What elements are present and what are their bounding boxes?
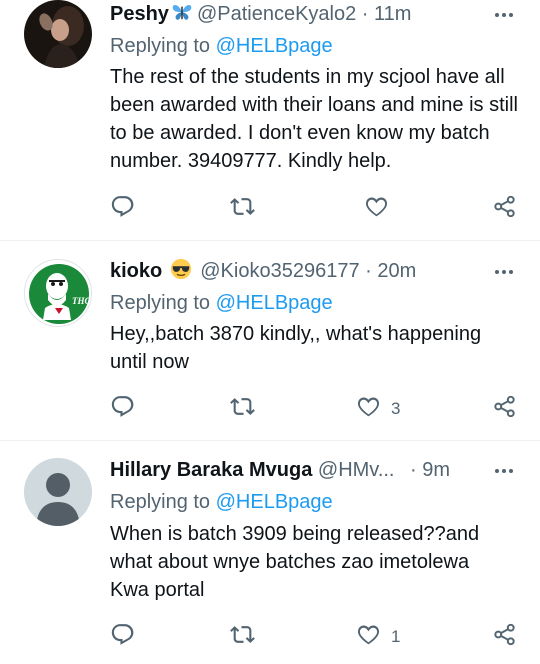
timestamp[interactable]: 9m xyxy=(422,459,450,481)
like-icon xyxy=(356,394,381,424)
reply-button[interactable] xyxy=(110,623,135,651)
reply-icon xyxy=(110,394,135,424)
retweet-icon xyxy=(230,394,255,424)
tweet-text: Hey,,batch 3870 kindly,, what's happenin… xyxy=(110,323,482,373)
handle[interactable]: @HMv... xyxy=(318,459,395,481)
separator-dot: · xyxy=(361,3,369,25)
timestamp[interactable]: 20m xyxy=(377,260,416,282)
tweet[interactable]: THC kioko @Kioko35296177 · 20m Replying … xyxy=(0,241,540,441)
like-icon xyxy=(356,622,381,652)
action-bar: 1 xyxy=(110,623,520,651)
action-bar xyxy=(110,195,520,223)
share-button[interactable] xyxy=(492,195,517,223)
more-icon[interactable] xyxy=(492,456,516,484)
mention-link[interactable]: @HELBpage xyxy=(216,35,333,57)
tweet-text: The rest of the students in my scjool ha… xyxy=(110,66,518,172)
retweet-button[interactable] xyxy=(230,195,255,223)
tweet-header: kioko @Kioko35296177 · 20m xyxy=(110,257,530,285)
tweet[interactable]: Peshy @PatienceKyalo2 · 11m Replying to … xyxy=(0,0,540,241)
tweet-text: When is batch 3909 being released??and w… xyxy=(110,523,480,601)
mention-link[interactable]: @HELBpage xyxy=(216,292,333,314)
tweet-header: Hillary Baraka Mvuga @HMv... · 9m xyxy=(110,456,530,484)
like-button[interactable]: 3 xyxy=(356,395,400,423)
share-icon xyxy=(492,194,517,224)
more-icon[interactable] xyxy=(492,0,516,28)
retweet-button[interactable] xyxy=(230,623,255,651)
like-button[interactable] xyxy=(364,195,399,223)
like-count: 3 xyxy=(391,399,401,418)
timestamp[interactable]: 11m xyxy=(374,3,411,25)
share-button[interactable] xyxy=(492,395,517,423)
reply-icon xyxy=(110,194,135,224)
share-icon xyxy=(492,622,517,652)
avatar[interactable]: THC xyxy=(24,259,92,327)
retweet-icon xyxy=(230,194,255,224)
mention-link[interactable]: @HELBpage xyxy=(216,491,333,513)
retweet-icon xyxy=(230,622,255,652)
handle[interactable]: @Kioko35296177 xyxy=(200,260,359,282)
avatar[interactable] xyxy=(24,458,92,526)
avatar-text: THC xyxy=(72,296,91,306)
avatar[interactable] xyxy=(24,0,92,68)
like-count: 1 xyxy=(391,627,401,646)
replying-prefix: Replying to xyxy=(110,35,211,57)
retweet-button[interactable] xyxy=(230,395,255,423)
reply-button[interactable] xyxy=(110,195,135,223)
handle[interactable]: @PatienceKyalo2 xyxy=(197,3,356,25)
display-name[interactable]: kioko xyxy=(110,260,162,282)
like-icon xyxy=(364,194,389,224)
reply-button[interactable] xyxy=(110,395,135,423)
like-button[interactable]: 1 xyxy=(356,623,400,651)
replying-to: Replying to @HELBpage xyxy=(110,289,333,317)
separator-dot: · xyxy=(410,459,417,481)
display-name[interactable]: Hillary Baraka Mvuga xyxy=(110,459,312,481)
tweet[interactable]: Hillary Baraka Mvuga @HMv... · 9m Replyi… xyxy=(0,441,540,664)
action-bar: 3 xyxy=(110,395,520,423)
replying-to: Replying to @HELBpage xyxy=(110,32,333,60)
sunglasses-emoji xyxy=(170,258,192,280)
more-icon[interactable] xyxy=(492,257,516,285)
butterfly-emoji xyxy=(171,1,193,23)
display-name[interactable]: Peshy xyxy=(110,3,169,25)
separator-dot: · xyxy=(365,260,372,282)
replying-prefix: Replying to xyxy=(110,491,211,513)
replying-prefix: Replying to xyxy=(110,292,211,314)
share-icon xyxy=(492,394,517,424)
replying-to: Replying to @HELBpage xyxy=(110,488,333,516)
tweet-header: Peshy @PatienceKyalo2 · 11m xyxy=(110,0,530,28)
reply-icon xyxy=(110,622,135,652)
share-button[interactable] xyxy=(492,623,517,651)
